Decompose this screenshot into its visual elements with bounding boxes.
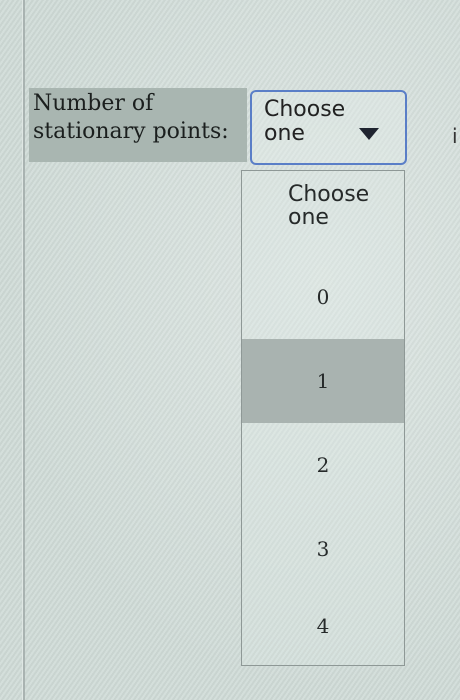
option-4[interactable]: 4	[242, 591, 404, 661]
question-label-line1: Number of	[33, 91, 154, 116]
stationary-points-select[interactable]: Choose one	[250, 90, 407, 165]
option-2[interactable]: 2	[242, 423, 404, 507]
option-3[interactable]: 3	[242, 507, 404, 591]
question-label-line2: stationary points:	[33, 119, 229, 144]
select-current-value: Choose one	[264, 97, 346, 146]
option-1-highlighted[interactable]: 1	[242, 339, 404, 423]
left-border-rule	[22, 0, 25, 700]
triangle-down-icon[interactable]	[359, 128, 379, 140]
clipped-edge-text: i	[452, 124, 458, 148]
question-label: Number of stationary points:	[29, 88, 247, 162]
option-0[interactable]: 0	[242, 255, 404, 339]
dropdown-options-list: Choose one 0 1 2 3 4	[241, 170, 405, 666]
left-border-highlight	[22, 0, 23, 700]
option-choose-one[interactable]: Choose one	[242, 183, 404, 243]
